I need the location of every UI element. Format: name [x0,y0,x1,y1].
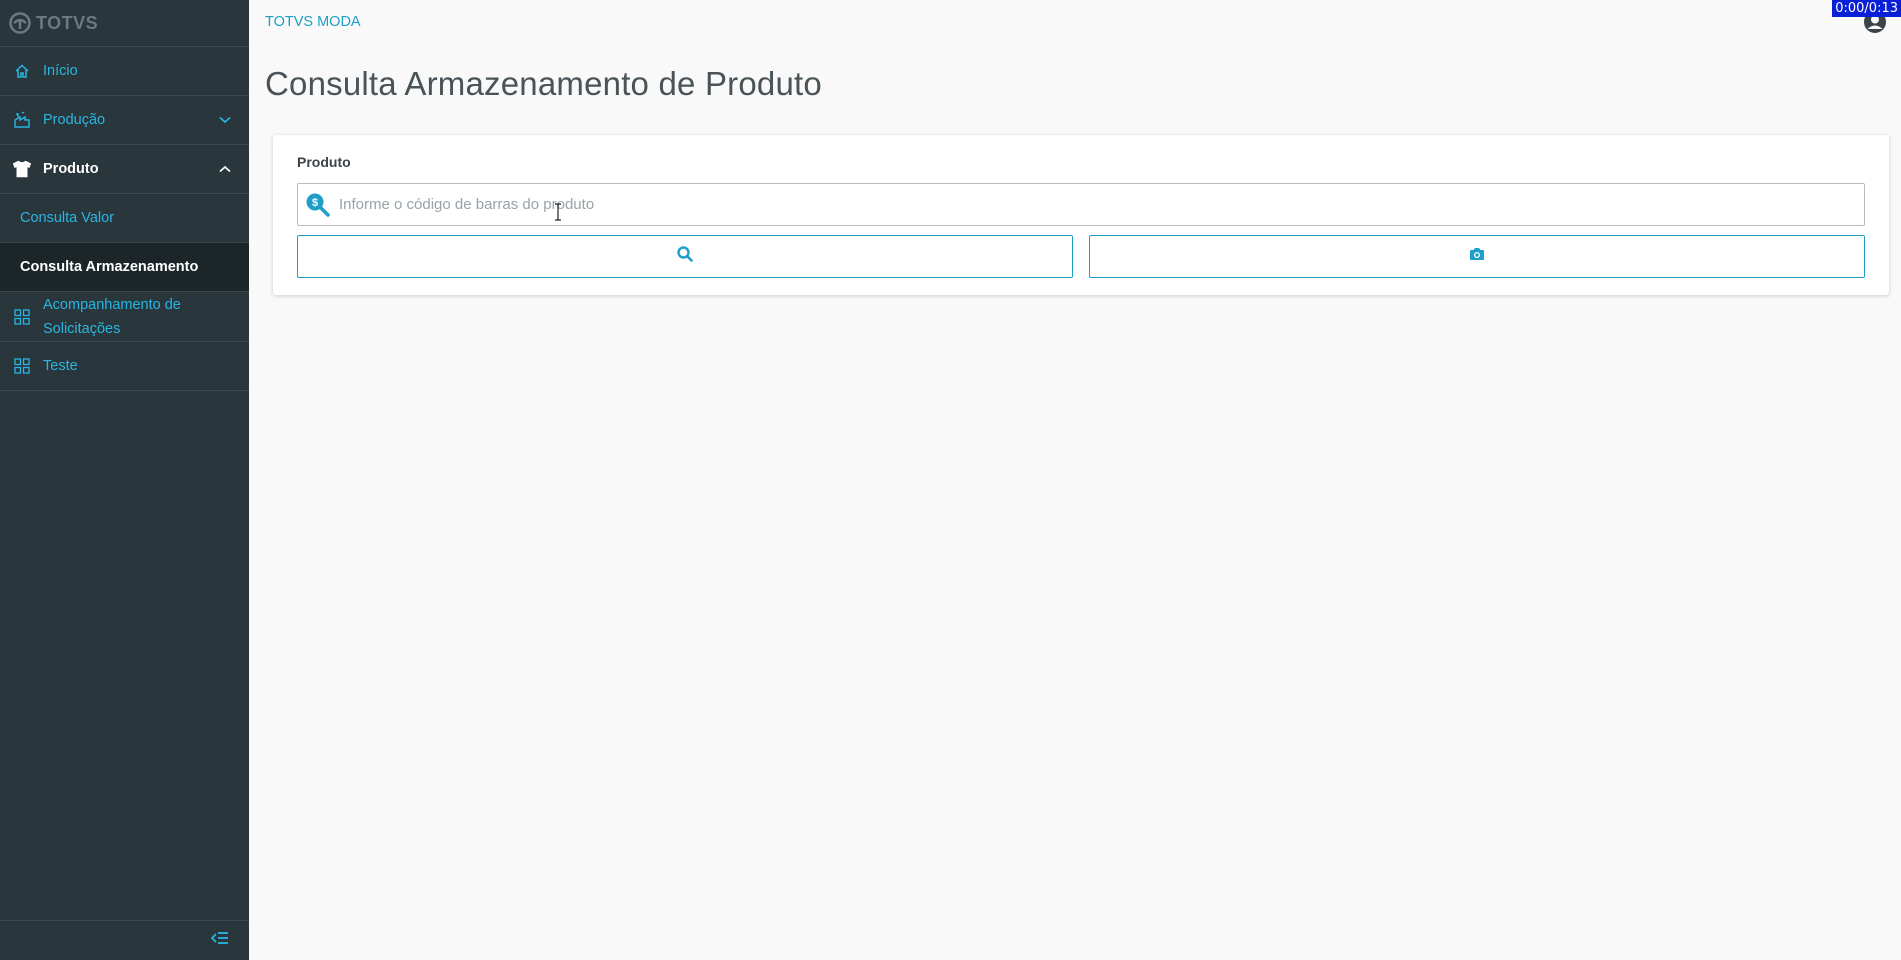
sidebar-item-label: Início [43,63,78,79]
grid-icon [11,355,33,377]
sidebar-subitem-label: Consulta Armazenamento [20,259,199,275]
shirt-icon [11,158,33,180]
sidebar-item-acompanhamento[interactable]: Acompanhamento de Solicitações [0,292,249,342]
search-card: Produto $ [273,135,1889,295]
video-timer: 0:00/0:13 [1832,0,1901,17]
sidebar: TOTVS Início Produção Produto Consulta V… [0,0,249,960]
sidebar-item-label: Acompanhamento de [43,296,181,313]
page-title: Consulta Armazenamento de Produto [265,65,822,102]
collapse-sidebar-button[interactable] [0,920,249,960]
svg-text:$: $ [312,197,318,209]
text-cursor-icon [554,203,562,221]
sidebar-item-teste[interactable]: Teste [0,342,249,391]
sidebar-item-produto[interactable]: Produto [0,145,249,194]
sidebar-subitem-consulta-armazenamento[interactable]: Consulta Armazenamento [0,243,249,292]
produto-field-label: Produto [297,154,351,170]
sidebar-item-producao[interactable]: Produção [0,96,249,145]
app-root: TOTVS Início Produção Produto Consulta V… [0,0,1901,960]
sidebar-subitem-label: Consulta Valor [20,210,115,226]
brand-link[interactable]: TOTVS MODA [265,14,361,30]
main-content: TOTVS MODA 0:00/0:13 Consulta Armazename… [249,0,1901,960]
logo: TOTVS [0,0,249,47]
sidebar-subitem-consulta-valor[interactable]: Consulta Valor [0,194,249,243]
barcode-input-wrapper[interactable]: $ [297,183,1865,226]
camera-icon [1469,247,1485,266]
factory-icon [11,109,33,131]
totvs-logo-icon [9,12,31,34]
sidebar-item-label: Produção [43,112,106,128]
search-button[interactable] [297,235,1073,278]
sidebar-item-label-group: Acompanhamento de Solicitações [43,293,181,341]
sidebar-item-label: Solicitações [43,320,121,337]
chevron-up-icon [219,161,231,177]
chevron-down-icon [219,112,231,128]
sidebar-item-inicio[interactable]: Início [0,47,249,96]
logo-text: TOTVS [36,12,99,33]
home-icon [11,60,33,82]
collapse-menu-icon [210,931,229,950]
search-dollar-icon: $ [305,192,331,218]
sidebar-item-label: Teste [43,358,78,374]
grid-icon [11,306,33,328]
camera-scan-button[interactable] [1089,235,1865,278]
search-icon [677,246,693,267]
barcode-input[interactable] [339,196,1864,213]
sidebar-item-label: Produto [43,161,99,177]
